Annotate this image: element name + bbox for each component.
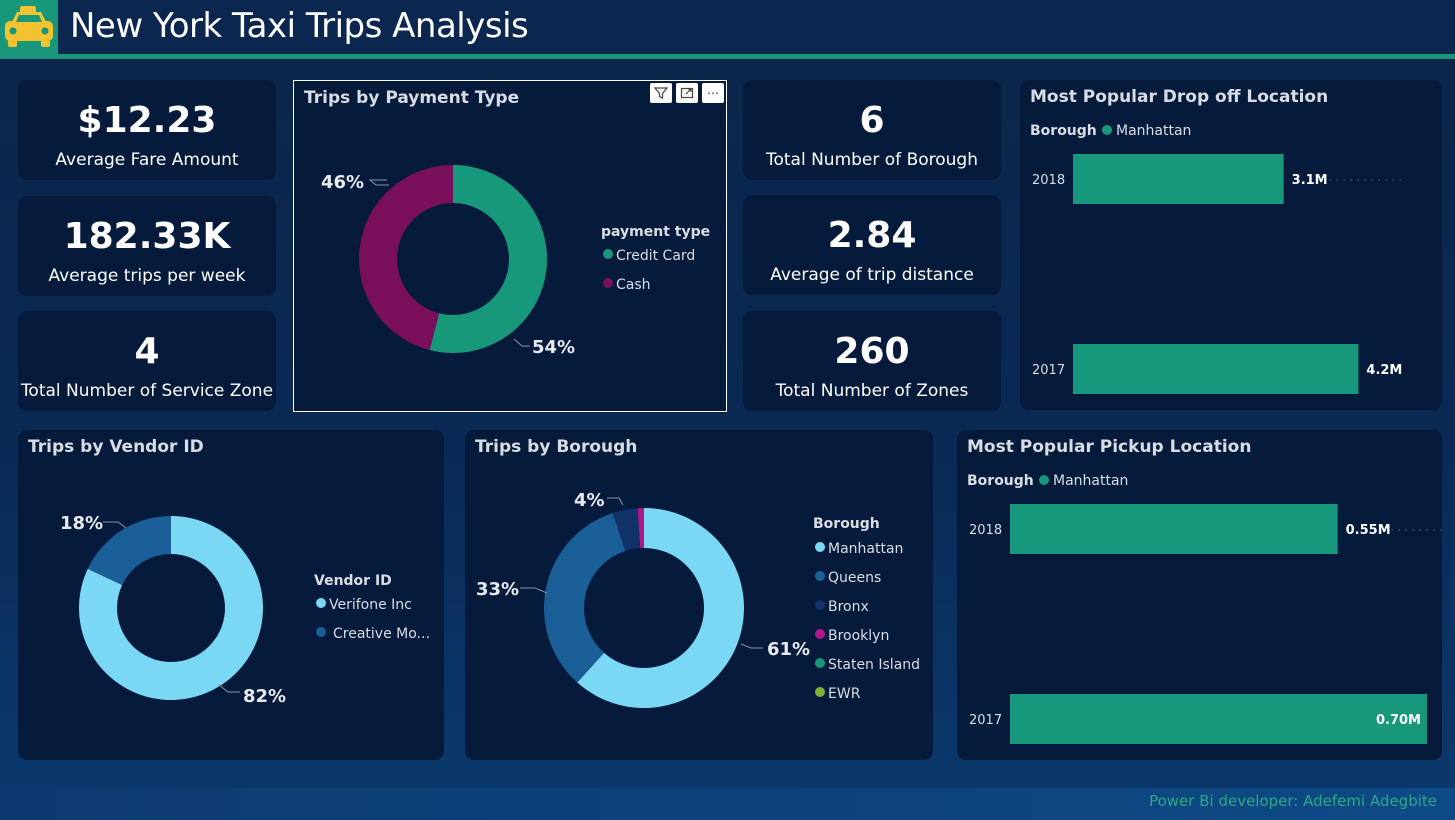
logo (0, 0, 58, 55)
axis-tick-label: 2018 (1032, 173, 1065, 188)
legend-item-cash[interactable]: Cash (616, 277, 651, 293)
legend-swatch-manhattan (815, 542, 825, 552)
legend-swatch-manhattan (1102, 125, 1112, 135)
legend-item-verifone[interactable]: Verifone Inc (329, 597, 412, 613)
taxi-icon (5, 6, 53, 47)
bar-2017[interactable] (1073, 344, 1359, 394)
borough-panel[interactable]: Trips by Borough 4% 33% 61% Borough Manh… (465, 430, 933, 760)
kpi-card-avg-distance[interactable]: 2.84 Average of trip distance (743, 195, 1001, 295)
legend-title: Vendor ID (314, 573, 392, 589)
kpi-card-service-zones[interactable]: 4 Total Number of Service Zone (18, 311, 276, 411)
kpi-value: 6 (859, 100, 885, 141)
leader-line (103, 521, 127, 529)
legend-swatch-cash (603, 278, 613, 288)
leader-line (740, 643, 763, 649)
slice-label-queens: 33% (476, 579, 519, 600)
axis-tick-label: 2017 (1032, 363, 1065, 378)
leader-line (607, 497, 624, 506)
slice-label-credit-card: 54% (532, 337, 575, 358)
kpi-label: Average Fare Amount (55, 150, 239, 170)
header-bar: New York Taxi Trips Analysis (0, 0, 1455, 60)
data-label: 4.2M (1366, 363, 1402, 378)
legend-item-brooklyn[interactable]: Brooklyn (828, 628, 889, 644)
leader-line (368, 179, 389, 186)
legend-item-manhattan[interactable]: Manhattan (1116, 123, 1191, 139)
legend-swatch-staten-island (815, 658, 825, 668)
kpi-label: Total Number of Service Zone (20, 381, 274, 401)
slice-label-manhattan: 61% (767, 639, 810, 660)
kpi-value: 182.33K (63, 216, 231, 257)
donut-slice-queens[interactable] (544, 512, 626, 683)
legend-swatch-queens (815, 571, 825, 581)
legend-title: Borough (967, 473, 1034, 489)
legend-swatch-verifone (316, 598, 326, 608)
leader-line (217, 683, 240, 693)
footer-bar: Power Bi developer: Adefemi Adegbite (0, 788, 1455, 820)
header-divider (0, 54, 1455, 59)
dropoff-location-panel[interactable]: Most Popular Drop off Location Borough M… (1020, 80, 1442, 410)
legend-item-manhattan[interactable]: Manhattan (828, 541, 903, 557)
kpi-value: 260 (834, 331, 910, 372)
legend-item-queens[interactable]: Queens (828, 570, 881, 586)
data-label: 0.70M (1376, 713, 1421, 728)
kpi-value: $12.23 (77, 100, 217, 141)
bar-2018[interactable] (1073, 154, 1284, 204)
legend-swatch-creative (316, 627, 326, 637)
bar-2018[interactable] (1010, 504, 1338, 554)
legend-item-ewr[interactable]: EWR (828, 686, 861, 702)
legend-item-manhattan[interactable]: Manhattan (1053, 473, 1128, 489)
legend-item-staten-island[interactable]: Staten Island (828, 657, 920, 673)
kpi-card-avg-trips-week[interactable]: 182.33K Average trips per week (18, 196, 276, 296)
kpi-label: Total Number of Borough (765, 150, 978, 170)
footer-credit: Power Bi developer: Adefemi Adegbite (1149, 792, 1437, 810)
slice-label-creative: 18% (60, 513, 103, 534)
data-label: 3.1M (1292, 173, 1328, 188)
legend-item-creative[interactable]: Creative Mo... (333, 626, 430, 642)
legend-swatch-ewr (815, 687, 825, 697)
bar-2017[interactable] (1010, 694, 1427, 744)
page-title: New York Taxi Trips Analysis (70, 6, 529, 46)
kpi-card-zones[interactable]: 260 Total Number of Zones (743, 311, 1001, 411)
legend-title: Borough (1030, 123, 1097, 139)
payment-type-panel[interactable]: Trips by Payment Type ⋯ 46% 54% payment … (293, 80, 727, 412)
borough-donut-chart: 4% 33% 61% Borough Manhattan Queens Bronx B… (476, 490, 920, 708)
legend-title: Borough (813, 516, 880, 532)
pickup-bar-chart: Borough Manhattan 2018 0.55M 2017 0.70M (967, 473, 1442, 744)
vendor-donut-chart: 18% 82% Vendor ID Verifone Inc Creative … (60, 513, 430, 707)
slice-label-cash: 46% (321, 172, 364, 193)
legend-item-credit-card[interactable]: Credit Card (616, 248, 695, 264)
legend-item-bronx[interactable]: Bronx (828, 599, 869, 615)
legend-swatch-brooklyn (815, 629, 825, 639)
data-label: 0.55M (1346, 523, 1391, 538)
kpi-label: Average of trip distance (770, 265, 974, 285)
legend-swatch-manhattan (1039, 475, 1049, 485)
kpi-label: Total Number of Zones (775, 381, 969, 401)
legend-title: payment type (601, 224, 710, 240)
leader-line (520, 587, 548, 594)
legend-swatch-bronx (815, 600, 825, 610)
dropoff-bar-chart: Borough Manhattan 2018 3.1M 2017 4.2M (1030, 123, 1402, 394)
kpi-value: 2.84 (827, 215, 917, 256)
slice-label-verifone: 82% (243, 686, 286, 707)
leader-line (513, 338, 530, 347)
pickup-location-panel[interactable]: Most Popular Pickup Location Borough Man… (957, 430, 1442, 760)
kpi-label: Average trips per week (48, 266, 246, 286)
slice-label-bronx: 4% (574, 490, 605, 511)
kpi-card-boroughs[interactable]: 6 Total Number of Borough (743, 80, 1001, 180)
axis-tick-label: 2018 (969, 523, 1002, 538)
kpi-value: 4 (134, 331, 160, 372)
axis-tick-label: 2017 (969, 713, 1002, 728)
payment-donut-chart: 46% 54% payment type Credit Card Cash (321, 165, 710, 358)
vendor-id-panel[interactable]: Trips by Vendor ID 18% 82% Vendor ID Ver… (18, 430, 444, 760)
legend-swatch-credit-card (603, 249, 613, 259)
kpi-card-avg-fare[interactable]: $12.23 Average Fare Amount (18, 80, 276, 180)
